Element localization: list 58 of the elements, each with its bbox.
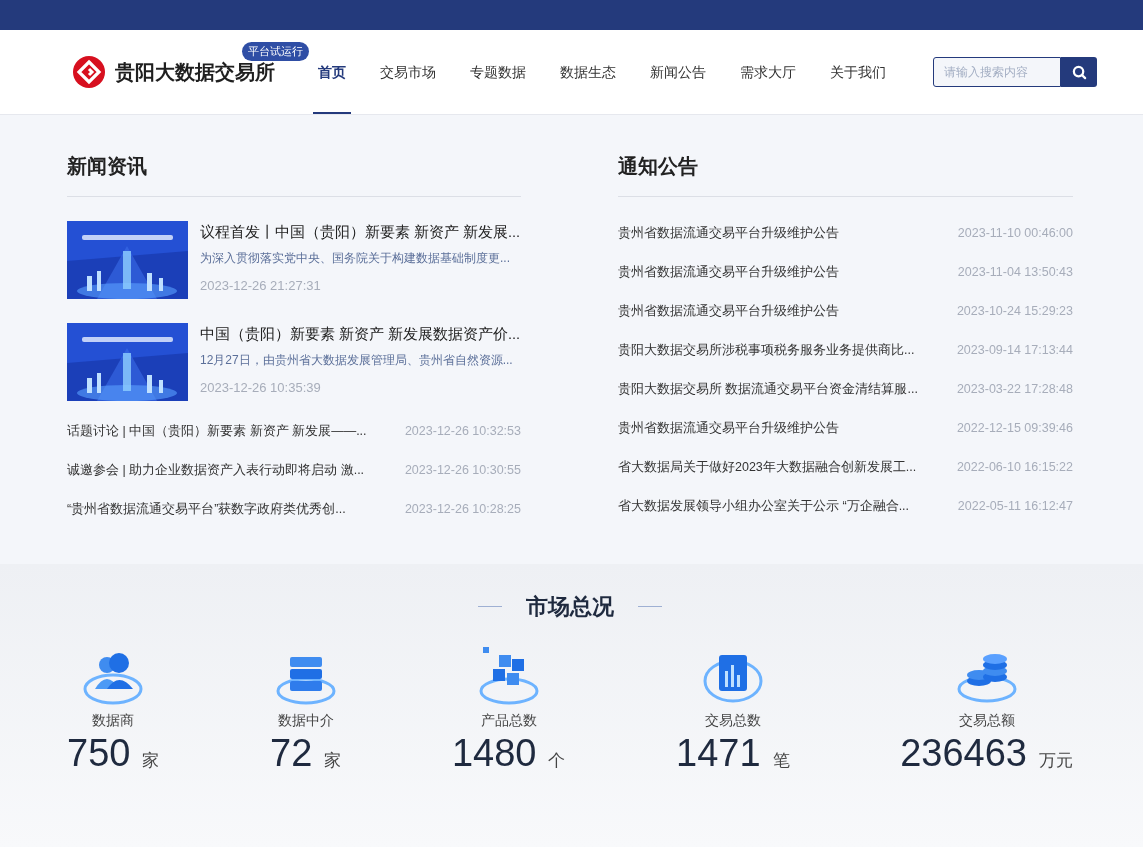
stat-unit: 个	[548, 750, 566, 772]
notice-link[interactable]: 贵州省数据流通交易平台升级维护公告	[618, 419, 839, 438]
search-icon	[1071, 64, 1087, 80]
nav-tab[interactable]: 专题数据	[465, 30, 531, 114]
nav-tab[interactable]: 首页	[313, 30, 351, 114]
news-date: 2023-12-26 10:30:55	[404, 462, 521, 480]
notice-date: 2023-03-22 17:28:48	[956, 381, 1073, 399]
stat-value: 1480	[451, 733, 537, 773]
section-heading: 市场总况	[526, 593, 614, 621]
stat-label: 交易总数	[704, 711, 761, 730]
section-heading: 新闻资讯	[67, 151, 521, 197]
notice-date: 2023-11-10 00:46:00	[957, 225, 1073, 243]
stat-label: 交易总额	[958, 711, 1015, 730]
news-link[interactable]: “贵州省数据流通交易平台”获数字政府类优秀创...	[67, 500, 346, 519]
news-link[interactable]: 话题讨论 | 中国（贵阳）新要素 新资产 新发展——...	[67, 422, 367, 441]
stat-value: 1471	[676, 733, 761, 773]
news-date: 2023-12-26 10:28:25	[404, 501, 521, 519]
stat-unit: 家	[324, 750, 342, 772]
stat-value: 750	[67, 733, 131, 773]
news-link[interactable]: 诚邀参会 | 助力企业数据资产入表行动即将启动 激...	[67, 461, 365, 480]
stat-unit: 家	[142, 750, 160, 772]
stat-value: 72	[270, 733, 313, 773]
stat-label: 数据中介	[277, 711, 334, 730]
notice-date: 2023-09-14 17:13:44	[956, 342, 1073, 360]
notice-date: 2022-12-15 09:39:46	[956, 420, 1073, 438]
notice-date: 2023-10-24 15:29:23	[956, 303, 1073, 321]
news-summary: 12月27日，由贵州省大数据发展管理局、贵州省自然资源...	[200, 352, 514, 369]
section-heading: 通知公告	[618, 151, 1073, 197]
stat-label: 产品总数	[480, 711, 537, 730]
news-summary: 为深入贯彻落实党中央、国务院关于构建数据基础制度更...	[200, 250, 511, 267]
search-field[interactable]: 请输入搜索内容	[933, 57, 1061, 87]
stat-unit: 万元	[1038, 750, 1073, 772]
stat-label: 数据商	[92, 711, 135, 730]
notice-link[interactable]: 省大数据发展领导小组办公室关于公示 “万企融合...	[618, 497, 910, 516]
search-button[interactable]	[1061, 57, 1097, 87]
notice-link[interactable]: 贵阳大数据交易所 数据流通交易平台资金清结算服...	[618, 380, 918, 399]
nav-tab[interactable]: 数据生态	[555, 30, 621, 114]
news-date: 2023-12-26 10:32:53	[404, 423, 521, 441]
notice-link[interactable]: 贵州省数据流通交易平台升级维护公告	[618, 224, 839, 243]
news-title-link[interactable]: 议程首发丨中国（贵阳）新要素 新资产 新发展...	[200, 221, 521, 243]
news-title-link[interactable]: 中国（贵阳）新要素 新资产 新发展数据资产价...	[200, 323, 521, 345]
notice-date: 2022-05-11 16:12:47	[957, 498, 1073, 516]
stat-value: 236463	[900, 733, 1027, 773]
nav-tab[interactable]: 关于我们	[825, 30, 891, 114]
logo-icon	[73, 56, 105, 88]
notice-link[interactable]: 贵州省数据流通交易平台升级维护公告	[618, 302, 839, 321]
status-badge: 平台试运行	[242, 42, 309, 61]
news-date: 2023-12-26 21:27:31	[200, 277, 322, 295]
stat-unit: 笔	[772, 750, 790, 772]
news-date: 2023-12-26 10:35:39	[200, 379, 322, 397]
notice-link[interactable]: 省大数据局关于做好2023年大数据融合创新发展工...	[618, 458, 917, 477]
nav-tab[interactable]: 新闻公告	[645, 30, 711, 114]
notice-link[interactable]: 贵阳大数据交易所涉税事项税务服务业务提供商比...	[618, 341, 915, 360]
notice-link[interactable]: 贵州省数据流通交易平台升级维护公告	[618, 263, 839, 282]
notice-date: 2023-11-04 13:50:43	[957, 264, 1073, 282]
nav-tab[interactable]: 交易市场	[375, 30, 441, 114]
nav-tab[interactable]: 需求大厅	[735, 30, 801, 114]
notice-date: 2022-06-10 16:15:22	[956, 459, 1073, 477]
